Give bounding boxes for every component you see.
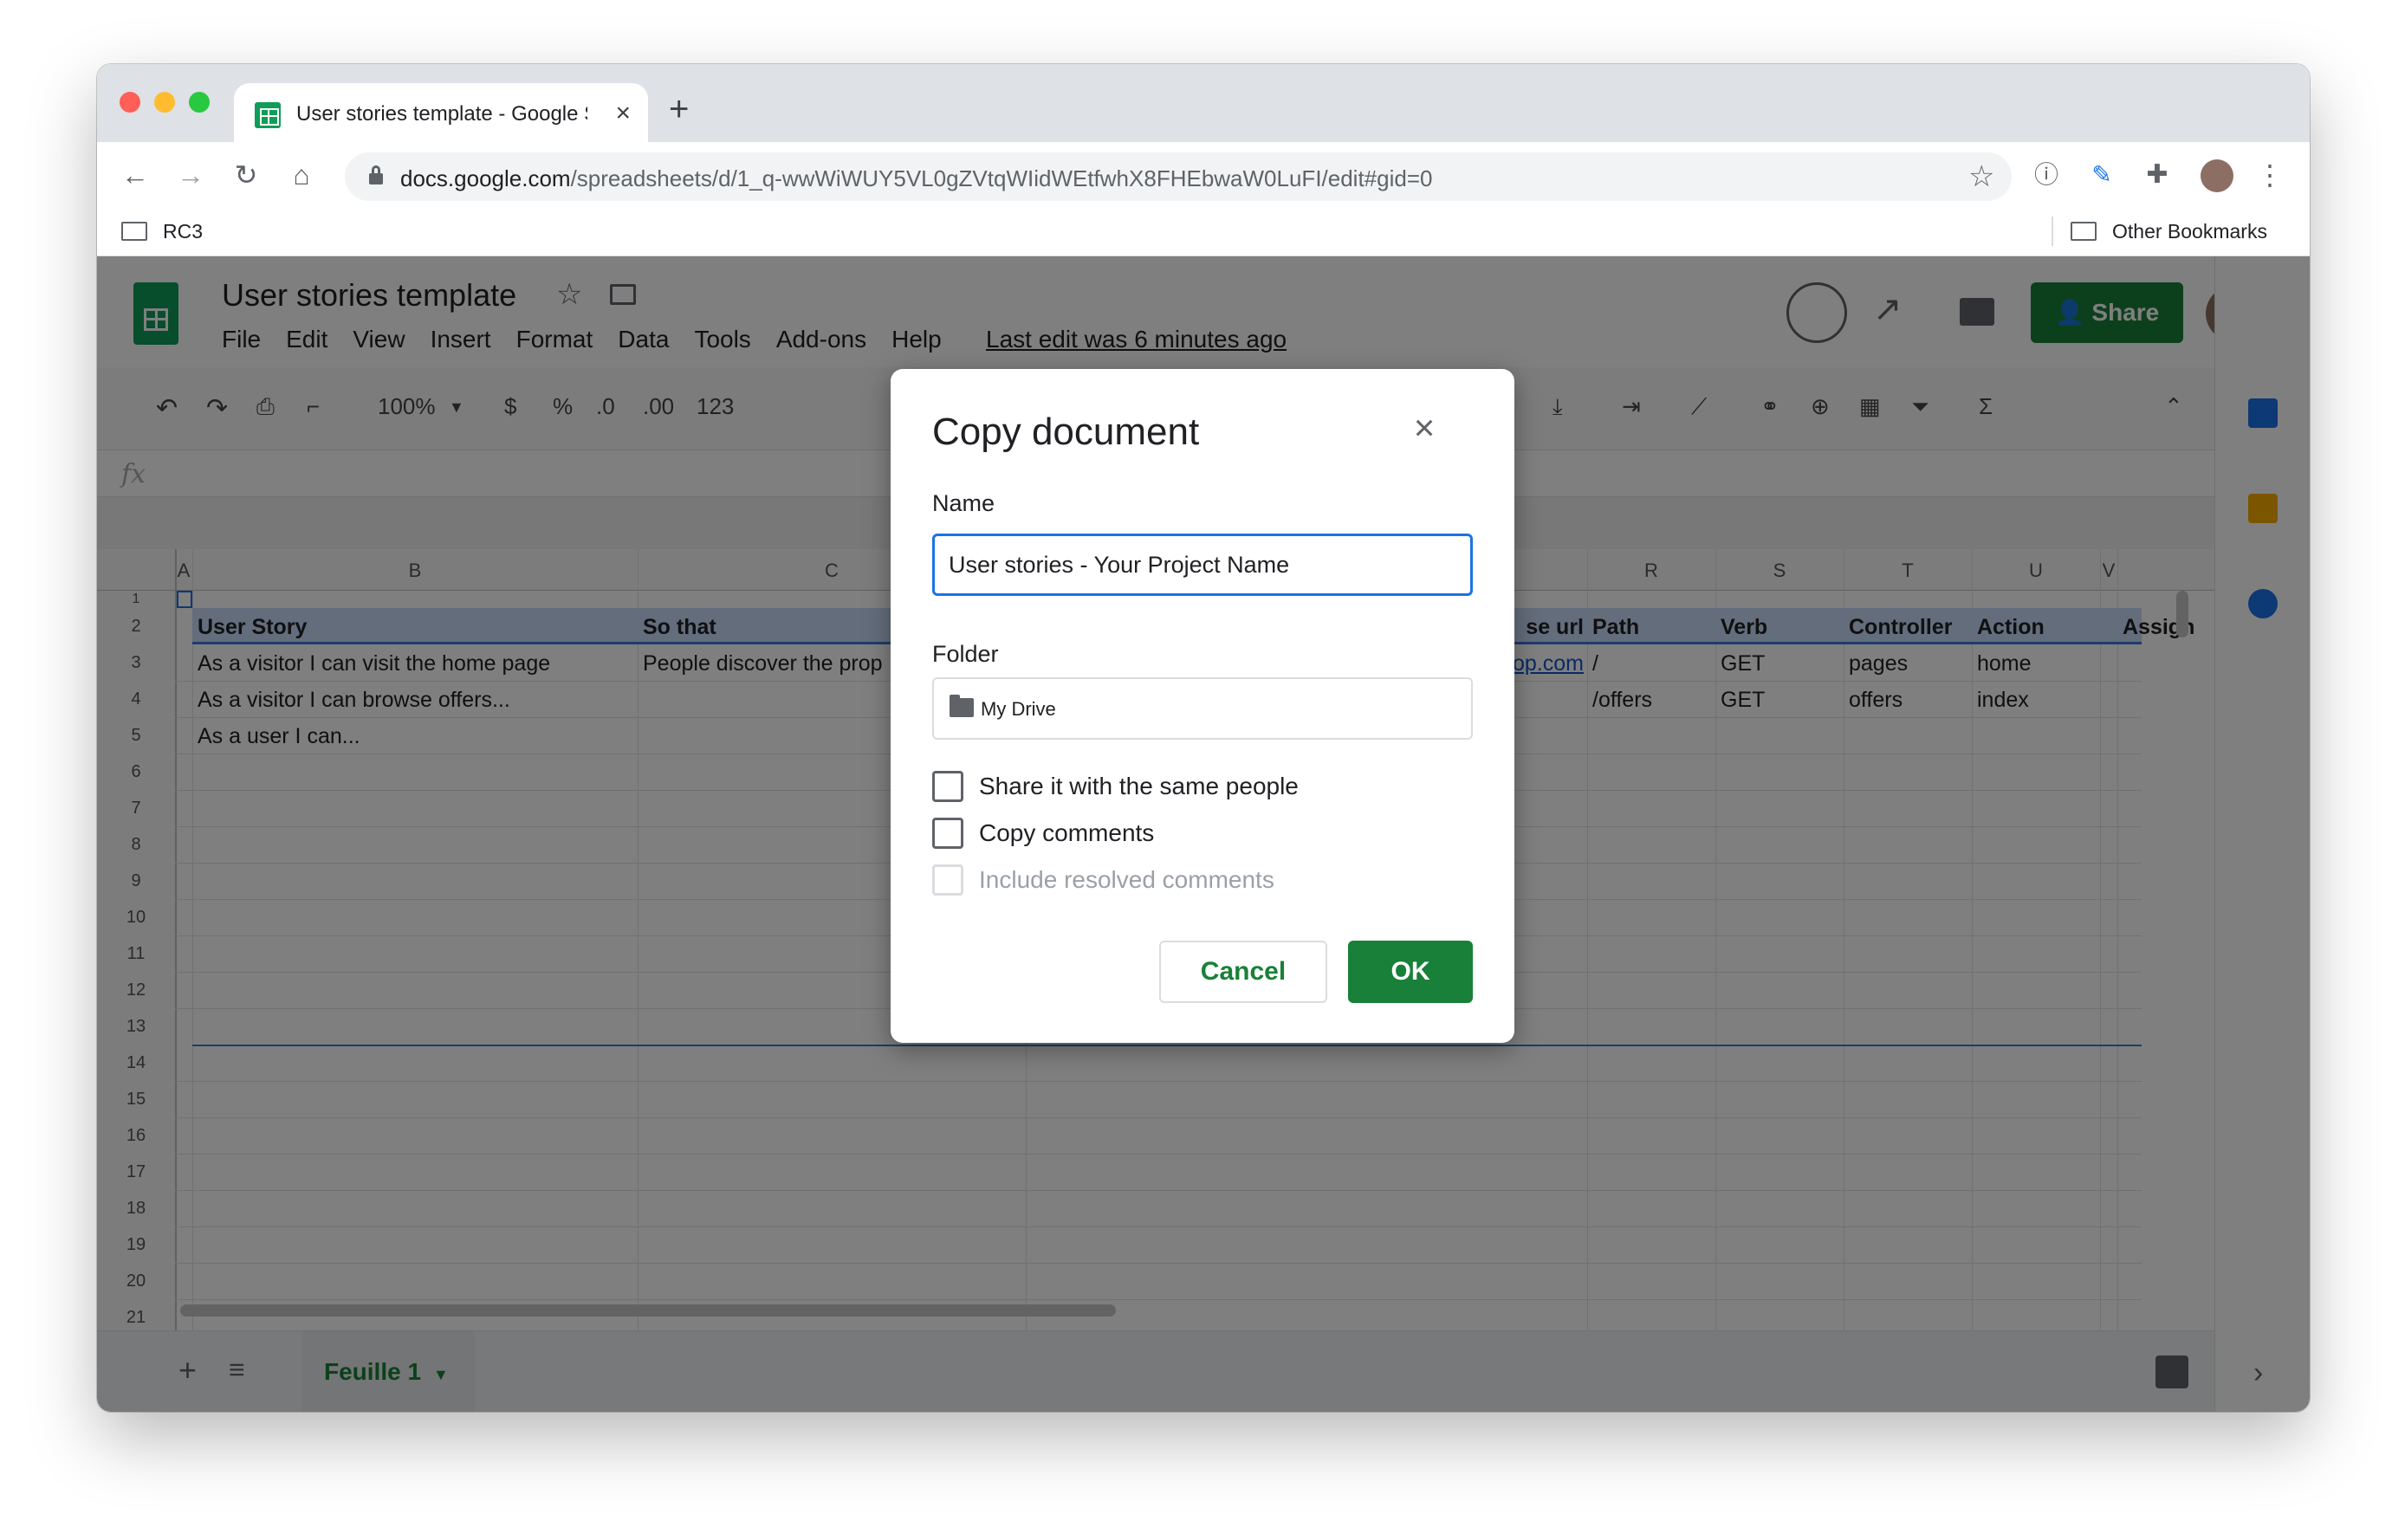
share-checkbox[interactable]	[932, 771, 963, 802]
back-icon[interactable]: ←	[118, 158, 152, 192]
tab-strip: User stories template - Google Sheets × …	[97, 64, 2310, 142]
new-tab-button[interactable]: +	[669, 92, 689, 126]
sheets-favicon-icon	[255, 102, 281, 128]
bookmark-star-icon[interactable]: ☆	[1968, 159, 1994, 194]
bookmark-divider	[2052, 217, 2053, 246]
resolved-comments-label: Include resolved comments	[979, 866, 1274, 893]
home-icon[interactable]: ⌂	[284, 158, 319, 192]
password-icon[interactable]: ⓘ	[2029, 158, 2064, 192]
minimize-window-button[interactable]	[154, 92, 175, 113]
dialog-title: Copy document	[932, 411, 1200, 453]
url-text: docs.google.com/spreadsheets/d/1_q-wwWiW…	[400, 165, 1433, 191]
browser-window: User stories template - Google Sheets × …	[97, 64, 2310, 1412]
tab-close-icon[interactable]: ×	[615, 99, 631, 128]
name-label: Name	[932, 490, 995, 516]
folder-value: My Drive	[981, 698, 1056, 720]
copy-comments-checkbox[interactable]	[932, 818, 963, 849]
other-bookmarks[interactable]: Other Bookmarks	[2112, 220, 2267, 243]
copy-comments-label: Copy comments	[979, 819, 1155, 846]
bookmarks-bar: RC3 Other Bookmarks	[97, 206, 2310, 256]
address-bar[interactable]: docs.google.com/spreadsheets/d/1_q-wwWiW…	[345, 152, 2012, 201]
forward-icon[interactable]: →	[173, 158, 208, 192]
ok-button[interactable]: OK	[1348, 941, 1473, 1003]
browser-toolbar: ← → ↻ ⌂ docs.google.com/spreadsheets/d/1…	[97, 142, 2310, 206]
browser-tab[interactable]: User stories template - Google Sheets ×	[234, 83, 648, 142]
other-bookmarks-folder-icon	[2071, 222, 2097, 241]
folder-label: Folder	[932, 641, 999, 667]
extensions-icon[interactable]: ✚	[2140, 158, 2175, 192]
resolved-comments-checkbox	[932, 864, 963, 896]
pin-extension-icon[interactable]: ✎	[2084, 158, 2119, 192]
tab-title: User stories template - Google Sheets	[296, 102, 587, 126]
folder-icon	[950, 695, 974, 717]
profile-avatar[interactable]	[2201, 159, 2233, 192]
maximize-window-button[interactable]	[189, 92, 210, 113]
lock-icon	[369, 165, 383, 184]
share-checkbox-label: Share it with the same people	[979, 773, 1299, 799]
name-input[interactable]	[932, 534, 1473, 596]
folder-picker[interactable]: My Drive	[932, 677, 1473, 740]
close-window-button[interactable]	[120, 92, 140, 113]
close-icon[interactable]: ×	[1407, 410, 1442, 446]
reload-icon[interactable]: ↻	[229, 158, 263, 192]
copy-document-dialog: Copy document × Name Folder My Drive Sha…	[891, 369, 1514, 1043]
bookmark-rc3[interactable]: RC3	[163, 220, 203, 243]
cancel-button[interactable]: Cancel	[1159, 941, 1327, 1003]
bookmark-folder-icon	[121, 222, 147, 241]
browser-menu-icon[interactable]: ⋮	[2253, 158, 2287, 192]
